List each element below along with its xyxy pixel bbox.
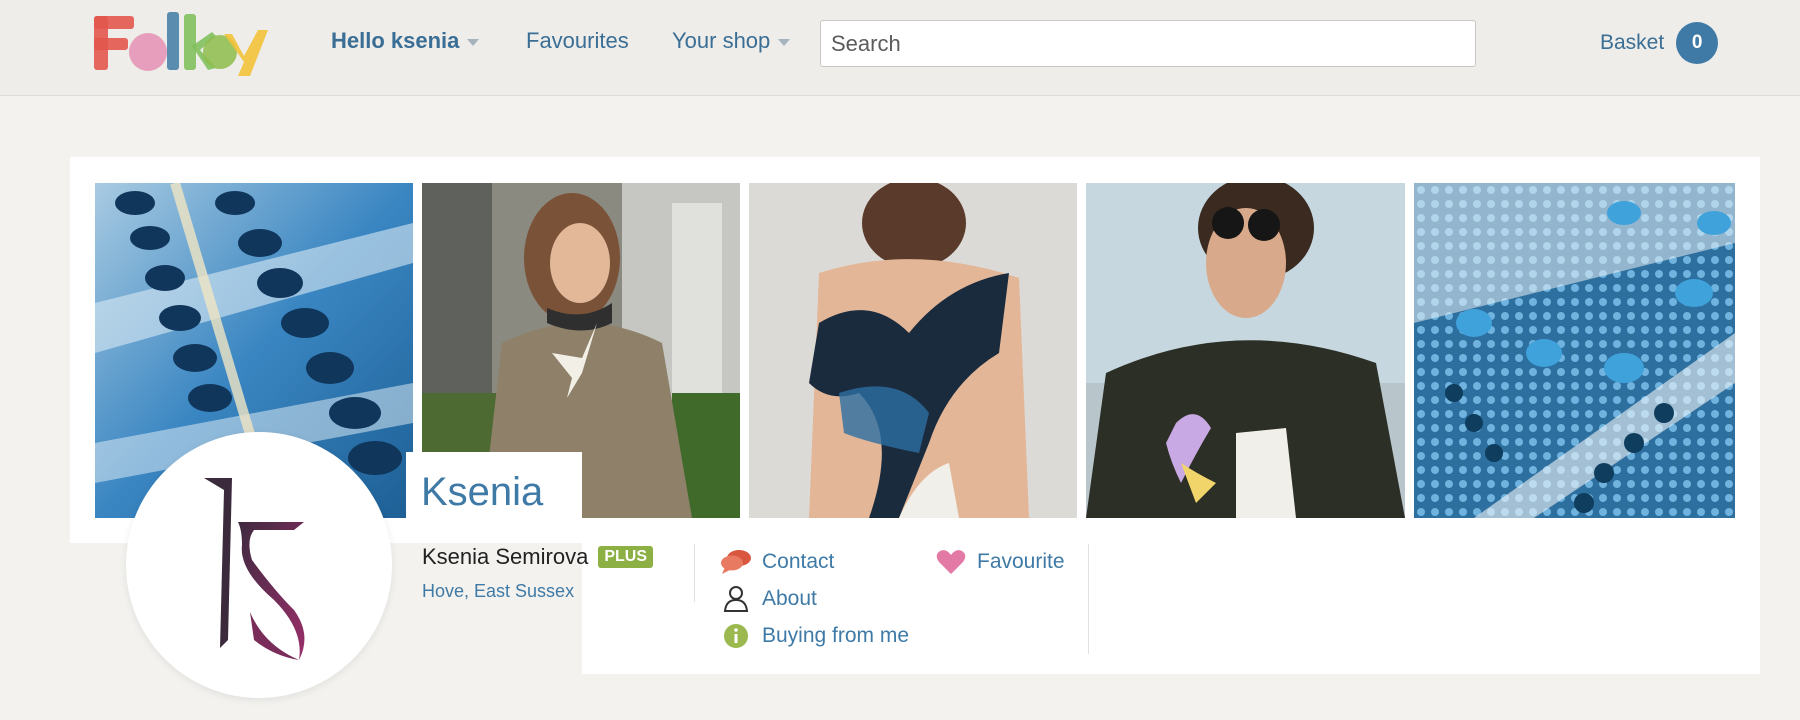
contact-link[interactable]: Contact bbox=[720, 548, 834, 576]
shop-avatar[interactable] bbox=[126, 432, 392, 698]
folksy-logo-mark bbox=[94, 12, 268, 76]
speech-bubbles-icon bbox=[720, 548, 752, 576]
banner-image-4 bbox=[1086, 183, 1405, 518]
top-navigation-bar: Hello ksenia Favourites Your shop Basket… bbox=[0, 0, 1800, 96]
chevron-down-icon bbox=[467, 38, 480, 46]
buying-label: Buying from me bbox=[762, 624, 910, 647]
favourites-label: Favourites bbox=[526, 28, 629, 53]
about-label: About bbox=[762, 587, 817, 610]
plus-badge: PLUS bbox=[598, 546, 653, 568]
chevron-down-icon bbox=[778, 38, 791, 46]
user-menu-label: Hello ksenia bbox=[331, 28, 460, 53]
woman-sunglasses-image bbox=[1086, 183, 1405, 518]
heart-icon bbox=[935, 548, 967, 576]
your-shop-label: Your shop bbox=[672, 28, 771, 53]
buying-from-me-link[interactable]: Buying from me bbox=[720, 622, 909, 650]
person-icon bbox=[720, 585, 752, 613]
folksy-logo[interactable] bbox=[92, 6, 272, 84]
contact-label: Contact bbox=[762, 550, 835, 573]
basket-count-badge: 0 bbox=[1676, 22, 1719, 64]
info-icon bbox=[720, 622, 752, 650]
user-menu[interactable]: Hello ksenia bbox=[331, 28, 480, 54]
favourite-shop-button[interactable]: Favourite bbox=[935, 548, 1065, 576]
search-input[interactable] bbox=[820, 20, 1476, 67]
banner-image-3 bbox=[749, 183, 1077, 518]
divider bbox=[1088, 544, 1089, 654]
your-shop-menu[interactable]: Your shop bbox=[672, 28, 791, 54]
about-link[interactable]: About bbox=[720, 585, 817, 613]
divider bbox=[694, 544, 695, 602]
owner-name: Ksenia Semirova bbox=[422, 544, 589, 569]
blue-beadwork-image bbox=[1414, 183, 1735, 518]
embroidered-dress-image bbox=[749, 183, 1077, 518]
basket-button[interactable]: Basket 0 bbox=[1600, 22, 1719, 64]
ks-monogram-logo bbox=[204, 478, 305, 660]
shop-name: Ksenia bbox=[421, 470, 544, 514]
favourite-label: Favourite bbox=[977, 550, 1065, 573]
favourites-link[interactable]: Favourites bbox=[526, 28, 629, 54]
shop-owner: Ksenia Semirova PLUS bbox=[422, 544, 653, 570]
banner-image-5 bbox=[1414, 183, 1735, 518]
shop-location-link[interactable]: Hove, East Sussex bbox=[422, 581, 574, 602]
basket-label: Basket bbox=[1600, 31, 1665, 54]
